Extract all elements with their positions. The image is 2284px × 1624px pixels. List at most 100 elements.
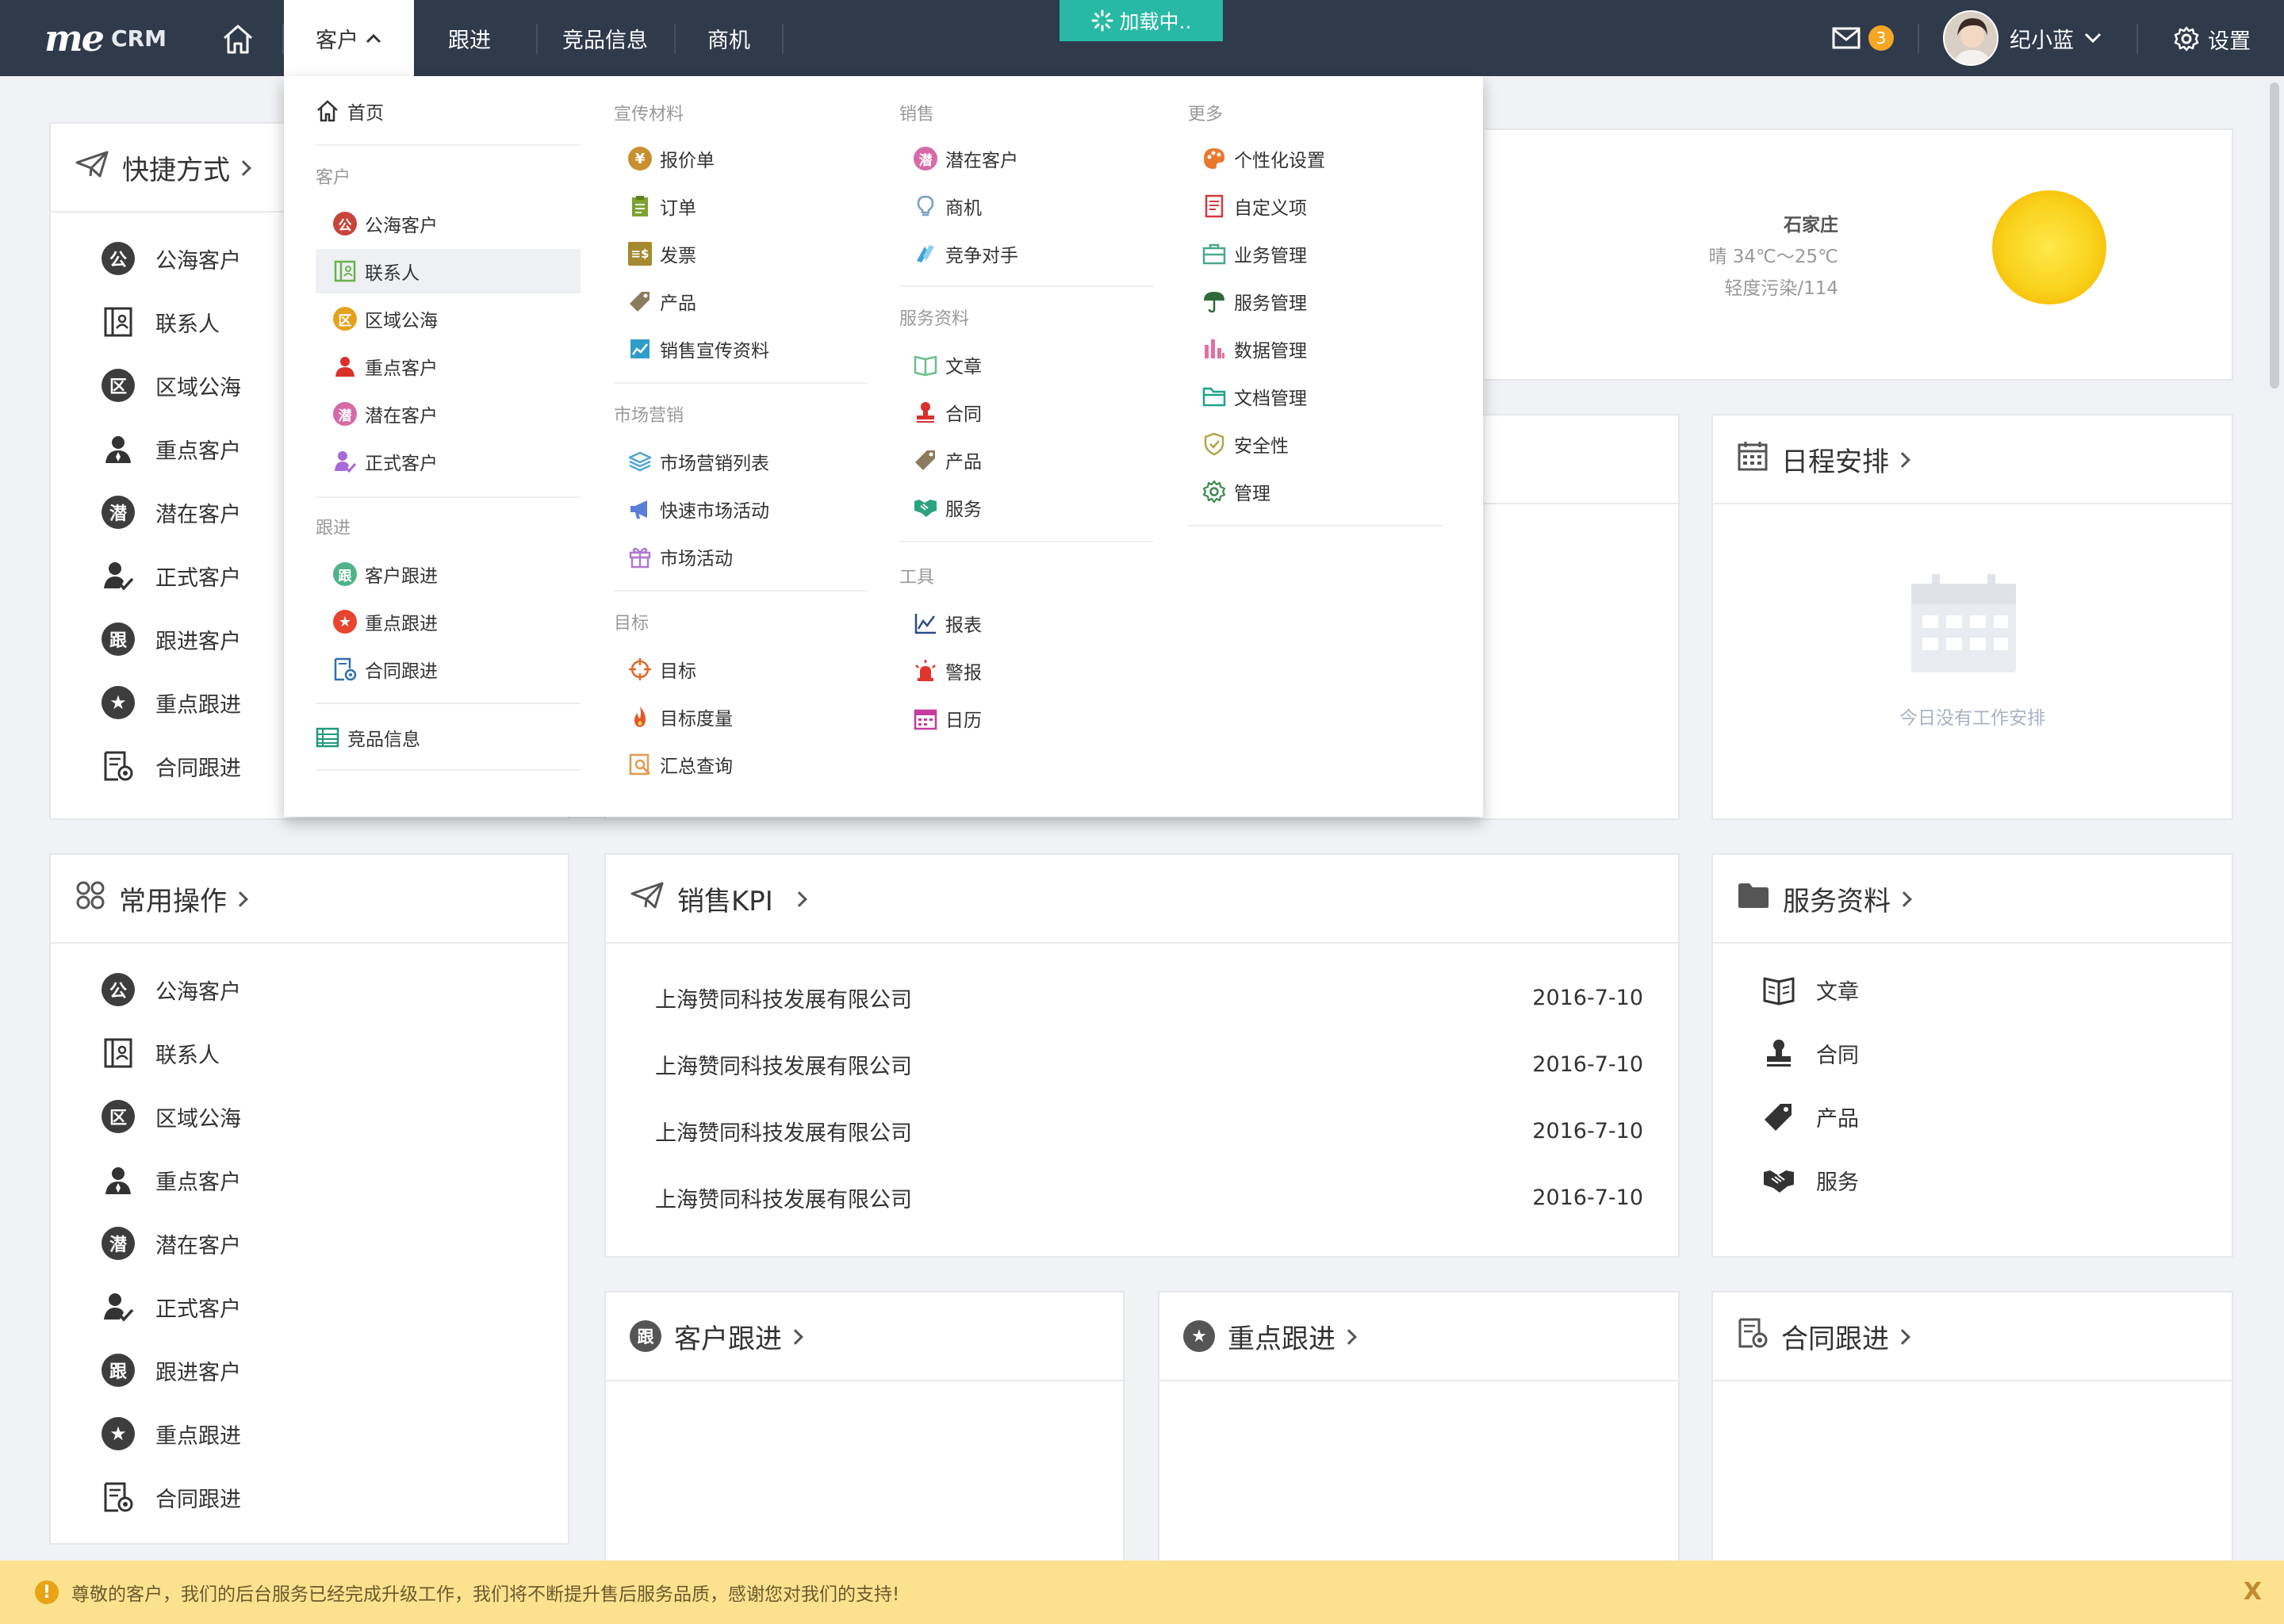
- warning-icon: !: [35, 1580, 59, 1604]
- menu-service-management[interactable]: 服务管理: [1202, 279, 1307, 324]
- menu-customer-followup[interactable]: 跟客户跟进: [333, 552, 438, 596]
- card-header[interactable]: 跟 客户跟进: [606, 1293, 1123, 1381]
- menu-label: 潜在客户: [945, 151, 1018, 171]
- menu-formal-customer[interactable]: 正式客户: [333, 439, 438, 484]
- menu-competitor[interactable]: 竞争对手: [914, 232, 1018, 276]
- card-header[interactable]: ★ 重点跟进: [1159, 1293, 1678, 1381]
- menu-service-product[interactable]: 产品: [914, 438, 982, 482]
- menu-document-management[interactable]: 文档管理: [1202, 374, 1307, 419]
- menu-business-management[interactable]: 业务管理: [1202, 232, 1307, 276]
- menu-sales-materials[interactable]: 销售宣传资料: [628, 327, 769, 371]
- menu-admin[interactable]: 管理: [1202, 469, 1270, 514]
- operation-potential-customer[interactable]: 潜潜在客户: [102, 1212, 568, 1275]
- menu-target[interactable]: 目标: [628, 647, 696, 691]
- invoice-icon: ≡$: [628, 242, 652, 266]
- menu-target-measure[interactable]: 目标度量: [628, 695, 733, 739]
- nav-tab-opportunity[interactable]: 商机: [676, 0, 782, 76]
- close-notice-button[interactable]: X: [2244, 1578, 2262, 1606]
- potential-icon: 潜: [102, 1227, 135, 1260]
- nav-tab-followup[interactable]: 跟进: [414, 0, 525, 76]
- service-article[interactable]: 文章: [1762, 958, 2232, 1021]
- menu-contract[interactable]: 合同: [914, 390, 982, 435]
- key-followup-card: ★ 重点跟进: [1158, 1291, 1680, 1576]
- operation-formal-customer[interactable]: 正式客户: [102, 1275, 568, 1339]
- operation-region-public[interactable]: 区区域公海: [102, 1085, 568, 1148]
- system-notice-bar: ! 尊敬的客户，我们的后台服务已经完成升级工作，我们将不断提升售后服务品质，感谢…: [0, 1561, 2284, 1624]
- mail-button[interactable]: 3: [1832, 24, 1899, 52]
- sunny-icon: [1992, 190, 2106, 304]
- menu-invoice[interactable]: ≡$ 发票: [628, 232, 696, 276]
- menu-report[interactable]: 报表: [914, 601, 982, 645]
- kpi-row[interactable]: 上海赞同科技发展有限公司 2016-7-10: [655, 974, 1643, 1021]
- menu-marketing-list[interactable]: 市场营销列表: [628, 439, 769, 484]
- user-menu[interactable]: 纪小蓝: [1943, 10, 2102, 67]
- lightbulb-icon: [914, 194, 937, 218]
- card-header[interactable]: 合同跟进: [1713, 1293, 2232, 1381]
- kpi-row[interactable]: 上海赞同科技发展有限公司 2016-7-10: [655, 1107, 1643, 1155]
- menu-alert[interactable]: 警报: [914, 649, 982, 693]
- tag-icon: [914, 448, 937, 472]
- card-title: 销售KPI: [677, 885, 773, 917]
- menu-contract-followup[interactable]: 合同跟进: [333, 647, 438, 691]
- menu-security[interactable]: 安全性: [1202, 422, 1289, 466]
- menu-label: 区域公海: [365, 311, 438, 331]
- service-product[interactable]: 产品: [1762, 1085, 2232, 1148]
- service-contract[interactable]: 合同: [1762, 1021, 2232, 1085]
- menu-region-public[interactable]: 区区域公海: [333, 297, 438, 341]
- menu-quick-campaign[interactable]: 快速市场活动: [628, 487, 769, 531]
- operation-key-followup[interactable]: ★ 重点跟进: [102, 1402, 568, 1465]
- kpi-row[interactable]: 上海赞同科技发展有限公司 2016-7-10: [655, 1040, 1643, 1088]
- avatar: [1943, 10, 1998, 66]
- menu-label: 快速市场活动: [660, 501, 769, 522]
- card-header[interactable]: 常用操作: [51, 855, 568, 944]
- operation-contacts[interactable]: 联系人: [102, 1021, 568, 1085]
- menu-key-followup[interactable]: ★ 重点跟进: [333, 599, 438, 644]
- book-icon: [914, 353, 937, 377]
- kpi-row[interactable]: 上海赞同科技发展有限公司 2016-7-10: [655, 1174, 1643, 1221]
- menu-product[interactable]: 产品: [628, 279, 696, 324]
- service-service[interactable]: 服务: [1762, 1148, 2232, 1212]
- operation-followup-customer[interactable]: 跟跟进客户: [102, 1339, 568, 1402]
- menu-order[interactable]: 订单: [628, 184, 696, 228]
- menu-campaign[interactable]: 市场活动: [628, 534, 733, 579]
- operation-contract-followup[interactable]: 合同跟进: [102, 1465, 568, 1529]
- menu-article[interactable]: 文章: [914, 343, 982, 387]
- person-icon: [102, 1163, 135, 1197]
- home-icon[interactable]: [220, 22, 255, 56]
- menu-label: 首页: [347, 103, 384, 124]
- region-icon: 区: [102, 1100, 135, 1133]
- operation-label: 联系人: [155, 1043, 220, 1068]
- app-logo[interactable]: me CRM: [44, 17, 167, 59]
- menu-quote[interactable]: ¥ 报价单: [628, 136, 715, 181]
- menu-label: 服务管理: [1234, 293, 1307, 314]
- card-header[interactable]: 服务资料: [1713, 855, 2232, 944]
- menu-personalize[interactable]: 个性化设置: [1202, 136, 1325, 181]
- nav-tab-customer[interactable]: 客户: [284, 0, 414, 76]
- menu-service[interactable]: 服务: [914, 485, 982, 530]
- page-scrollbar[interactable]: [2270, 82, 2279, 389]
- menu-competitor-info[interactable]: 竞品信息: [316, 715, 420, 760]
- menu-home[interactable]: 首页: [316, 89, 384, 133]
- menu-contacts[interactable]: 联系人: [333, 249, 420, 293]
- nav-tab-competitor[interactable]: 竞品信息: [538, 0, 673, 76]
- menu-sales-potential[interactable]: 潜潜在客户: [914, 136, 1018, 181]
- card-header[interactable]: 销售KPI: [606, 855, 1678, 944]
- kpi-date: 2016-7-10: [1532, 1185, 1643, 1210]
- operation-key-customer[interactable]: 重点客户: [102, 1148, 568, 1212]
- settings-button[interactable]: 设置: [2173, 22, 2251, 56]
- shortcut-label: 跟进客户: [155, 629, 241, 654]
- menu-label: 商机: [945, 198, 982, 219]
- menu-custom-items[interactable]: 自定义项: [1202, 184, 1307, 228]
- operation-public-customer[interactable]: 公公海客户: [102, 958, 568, 1021]
- handshake-icon: [914, 496, 937, 519]
- menu-potential-customer[interactable]: 潜潜在客户: [333, 392, 438, 436]
- card-header[interactable]: 日程安排: [1713, 416, 2232, 504]
- menu-opportunity[interactable]: 商机: [914, 184, 982, 228]
- region-icon: 区: [333, 307, 357, 331]
- menu-calendar[interactable]: 日历: [914, 696, 982, 741]
- top-navigation-bar: me CRM 客户 跟进 竞品信息 商机 加载中.. 3 纪小蓝 设置: [0, 0, 2284, 76]
- menu-data-management[interactable]: 数据管理: [1202, 327, 1307, 371]
- menu-summary-query[interactable]: 汇总查询: [628, 742, 733, 787]
- menu-public-customer[interactable]: 公公海客户: [333, 201, 438, 246]
- menu-key-customer[interactable]: 重点客户: [333, 344, 438, 389]
